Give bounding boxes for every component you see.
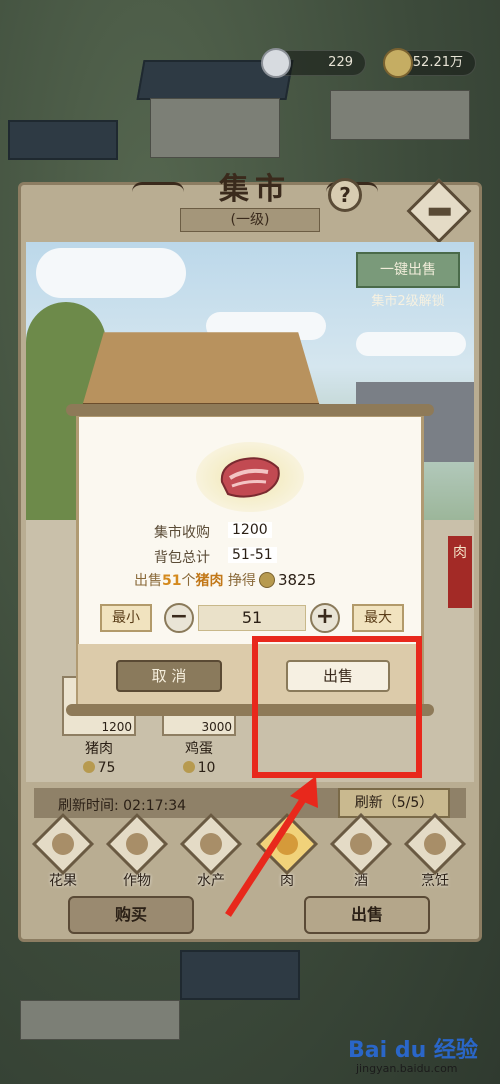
bowl-icon bbox=[261, 48, 291, 78]
tab-fruits[interactable]: 花果 bbox=[31, 812, 95, 890]
coin-icon bbox=[82, 761, 95, 773]
coin-currency[interactable]: 52.21万 bbox=[383, 48, 476, 78]
background-building bbox=[8, 120, 118, 160]
watermark-url: jingyan.baidu.com bbox=[356, 1062, 458, 1075]
quantity-input[interactable]: 51 bbox=[198, 605, 306, 631]
cancel-button[interactable]: 取 消 bbox=[116, 660, 222, 692]
background-wall bbox=[20, 1000, 180, 1040]
baidu-watermark: Bai du 经验 jingyan.baidu.com bbox=[348, 1026, 498, 1082]
sell-item-name: 猪肉 bbox=[195, 573, 224, 589]
max-quantity-button[interactable]: 最大 bbox=[352, 604, 404, 632]
bowl-count: 229 bbox=[328, 55, 353, 70]
earn-value: 3825 bbox=[277, 571, 317, 589]
crop-icon bbox=[105, 812, 169, 876]
sell-count: 51 bbox=[162, 573, 182, 589]
tab-cooking[interactable]: 烹饪 bbox=[403, 812, 467, 890]
refresh-timer: 刷新时间: 02:17:34 bbox=[58, 798, 187, 814]
annotation-arrow bbox=[225, 776, 318, 917]
category-tag: 肉 bbox=[448, 536, 472, 608]
refresh-time: 02:17:34 bbox=[123, 798, 187, 814]
bag-total-value: 51-51 bbox=[228, 547, 277, 563]
watermark-logo: Bai du 经验 bbox=[348, 1038, 478, 1063]
cloud bbox=[356, 332, 466, 356]
decrease-button[interactable]: − bbox=[164, 603, 194, 633]
coin-icon bbox=[383, 48, 413, 78]
market-buy-value: 1200 bbox=[228, 522, 272, 538]
annotation-highlight-box bbox=[252, 636, 422, 778]
wine-icon bbox=[329, 812, 393, 876]
market-buy-label: 集市收购 bbox=[154, 525, 210, 541]
min-quantity-button[interactable]: 最小 bbox=[100, 604, 152, 632]
item-stock: 1200 bbox=[101, 720, 132, 734]
background-building bbox=[150, 98, 280, 158]
fruit-icon bbox=[31, 812, 95, 876]
market-level: (一级) bbox=[180, 208, 320, 232]
tab-wine[interactable]: 酒 bbox=[329, 812, 393, 890]
item-name: 猪肉 bbox=[85, 741, 113, 757]
cloud bbox=[36, 248, 186, 298]
coin-count: 52.21万 bbox=[412, 55, 463, 70]
cooking-icon bbox=[403, 812, 467, 876]
background-building bbox=[180, 950, 300, 1000]
coin-icon bbox=[258, 572, 275, 588]
one-click-sell-button[interactable]: 一键出售 bbox=[356, 252, 460, 288]
background-wall bbox=[330, 90, 470, 140]
sell-summary: 出售51个猪肉 挣得 3825 bbox=[134, 571, 317, 589]
increase-button[interactable]: + bbox=[310, 603, 340, 633]
pork-icon bbox=[220, 457, 280, 498]
coin-icon bbox=[182, 761, 195, 773]
bag-total-label: 背包总计 bbox=[154, 550, 210, 566]
buy-tab-button[interactable]: 购买 bbox=[68, 896, 194, 934]
tab-crops[interactable]: 作物 bbox=[105, 812, 169, 890]
item-name: 鸡蛋 bbox=[185, 741, 213, 757]
unlock-hint: 集市2级解锁 bbox=[371, 294, 445, 309]
scroll-rod-top bbox=[66, 404, 434, 416]
item-stock: 3000 bbox=[201, 720, 232, 734]
bowl-currency[interactable]: 229 bbox=[261, 48, 366, 78]
item-price: 75 bbox=[62, 760, 136, 776]
help-icon[interactable]: ? bbox=[328, 178, 362, 212]
